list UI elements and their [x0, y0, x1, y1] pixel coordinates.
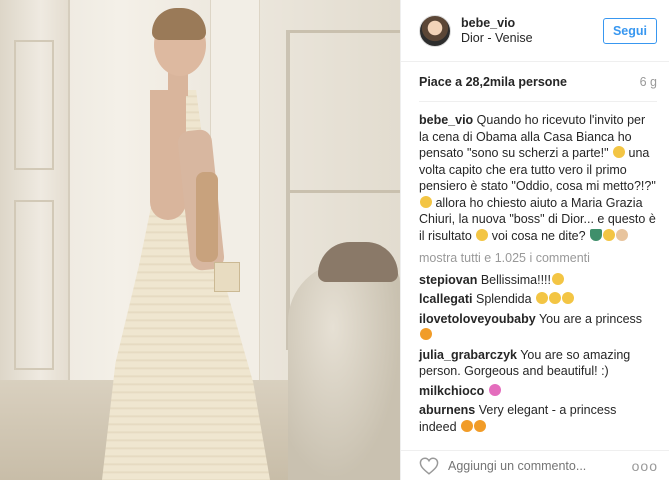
caption-text-4: voi cosa ne dite?: [491, 228, 586, 243]
avatar[interactable]: [419, 14, 451, 47]
kiss-emoji-icon: [603, 228, 616, 241]
comment-text: Splendida: [475, 292, 532, 306]
heart-ribbon-emoji-icon: [488, 383, 501, 396]
dress-emoji-icon: [590, 228, 603, 241]
heart-eyes-emoji-icon: [552, 272, 564, 285]
post-age[interactable]: 6 g: [640, 75, 657, 89]
comment-item: ilovetoloveyoubaby You are a princess: [419, 311, 657, 344]
comment-input[interactable]: [448, 458, 632, 473]
comment-username[interactable]: julia_grabarczyk: [419, 348, 517, 362]
clutch-bag: [214, 262, 240, 292]
comment-item: lcallegati Splendida: [419, 291, 657, 308]
heart-eyes-cat-emoji-icon: [420, 328, 432, 340]
comment-item: milkchioco: [419, 383, 657, 400]
likes-row: Piace a 28,2mila persone 6 g: [419, 62, 657, 102]
comment-text: Bellissima!!!!: [480, 272, 551, 287]
show-all-comments-link[interactable]: mostra tutti e 1.025 i commenti: [419, 250, 657, 267]
comment-bar: ooo: [401, 450, 669, 480]
comment-text: You are a princess: [538, 311, 643, 326]
comment-username[interactable]: milkchioco: [419, 384, 484, 398]
comment-username[interactable]: stepiovan: [419, 273, 477, 287]
comments-list: bebe_vio Quando ho ricevuto l'invito per…: [401, 102, 669, 435]
post-photo[interactable]: [0, 0, 400, 480]
person-hair: [152, 8, 206, 40]
comment-username[interactable]: lcallegati: [419, 292, 473, 306]
post-header: bebe_vio Dior - Venise Segui: [401, 0, 669, 62]
heart-eyes-emoji-icon: [562, 292, 575, 304]
heart-eyes-cat-emoji-icon: [474, 419, 487, 432]
scream-emoji-icon: [420, 195, 432, 208]
armchair: [288, 262, 400, 480]
heart-eyes-emoji-icon: [476, 228, 489, 241]
location-link[interactable]: Dior - Venise: [461, 31, 603, 46]
caption-username[interactable]: bebe_vio: [419, 113, 473, 127]
follow-button[interactable]: Segui: [603, 17, 657, 44]
username-link[interactable]: bebe_vio: [461, 16, 603, 31]
prosthetic-arm: [196, 172, 218, 262]
relieved-emoji-icon: [549, 292, 562, 304]
post-sidebar: bebe_vio Dior - Venise Segui Piace a 28,…: [400, 0, 669, 480]
comment-username[interactable]: aburnens: [419, 403, 475, 417]
likes-count[interactable]: Piace a 28,2mila persone: [419, 75, 567, 89]
heart-eyes-cat-emoji-icon: [461, 419, 474, 432]
user-block: bebe_vio Dior - Venise: [461, 16, 603, 46]
caption: bebe_vio Quando ho ricevuto l'invito per…: [419, 112, 657, 244]
comment-username[interactable]: ilovetoloveyoubaby: [419, 312, 536, 326]
comment-item: aburnens Very elegant - a princess indee…: [419, 402, 657, 435]
ok-hand-emoji-icon: [616, 228, 629, 241]
comment-item: stepiovan Bellissima!!!!: [419, 272, 657, 289]
comment-item: julia_grabarczyk You are so amazing pers…: [419, 347, 657, 380]
heart-icon[interactable]: [419, 456, 439, 475]
grin-emoji-icon: [613, 146, 626, 158]
smile-emoji-icon: [536, 292, 549, 304]
more-icon[interactable]: ooo: [632, 458, 658, 474]
post-view: bebe_vio Dior - Venise Segui Piace a 28,…: [0, 0, 669, 480]
